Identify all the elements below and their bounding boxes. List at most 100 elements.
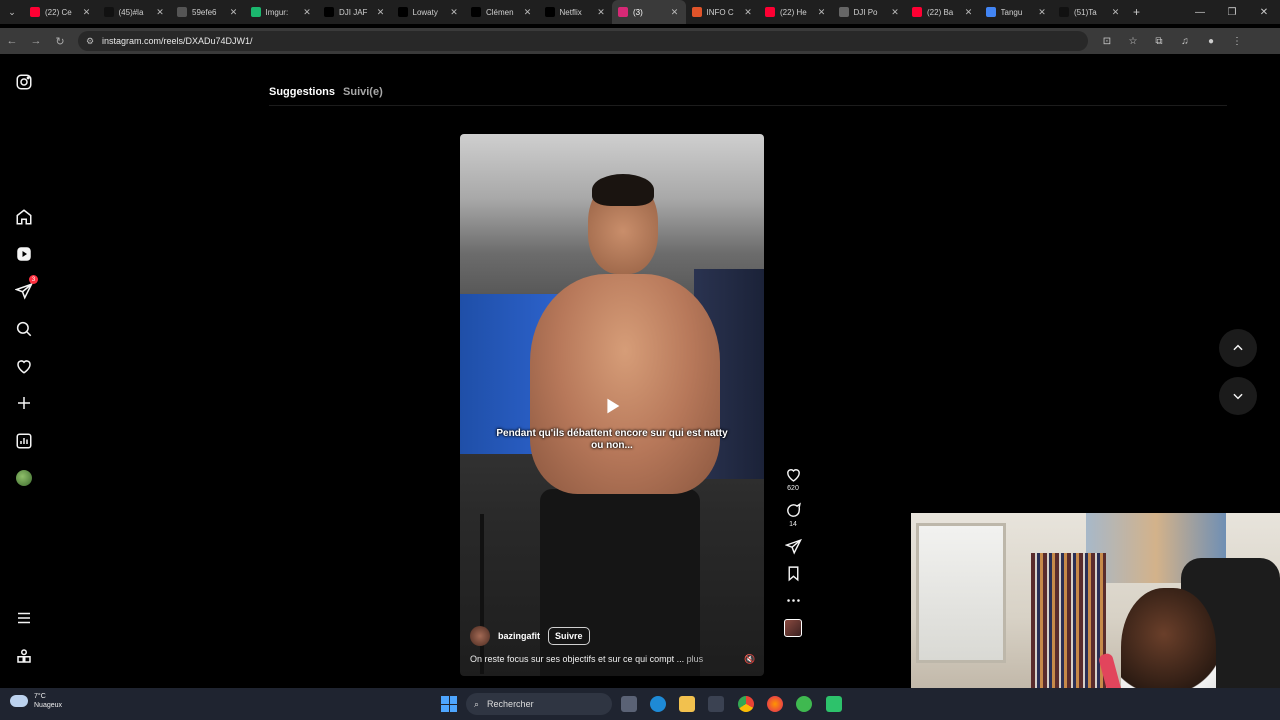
cloud-icon: [10, 695, 28, 707]
reload-icon[interactable]: ↻: [48, 35, 72, 48]
browser-tab[interactable]: Imgur: ✕: [245, 0, 319, 24]
browser-tab[interactable]: (3) ✕: [612, 0, 686, 24]
close-tab-icon[interactable]: ✕: [374, 7, 388, 18]
close-tab-icon[interactable]: ✕: [300, 7, 314, 18]
create-plus-icon[interactable]: [14, 393, 34, 413]
chevron-down-icon: [1233, 393, 1243, 400]
search-icon[interactable]: [14, 319, 34, 339]
browser-tab-title: DJI JAF: [339, 7, 368, 17]
close-tab-icon[interactable]: ✕: [888, 7, 902, 18]
app-icon[interactable]: [826, 696, 842, 712]
browser-tab[interactable]: Lowaty ✕: [392, 0, 466, 24]
play-icon[interactable]: [597, 391, 627, 421]
profile-icon[interactable]: ●: [1198, 36, 1224, 47]
close-tab-icon[interactable]: ✕: [1035, 7, 1049, 18]
more-link[interactable]: plus: [687, 654, 704, 664]
url-text: instagram.com/reels/DXADu74DJW1/: [102, 36, 253, 46]
new-tab-button[interactable]: +: [1127, 5, 1147, 19]
browser-tab[interactable]: DJI Po ✕: [833, 0, 907, 24]
browser-tab[interactable]: Clémen ✕: [465, 0, 539, 24]
comment-button[interactable]: 14: [780, 502, 806, 528]
close-tab-icon[interactable]: ✕: [227, 7, 241, 18]
browser-tab[interactable]: Tangu ✕: [980, 0, 1054, 24]
tab-following[interactable]: Suivi(e): [343, 86, 383, 98]
share-icon: [784, 538, 802, 555]
edge-icon[interactable]: [650, 696, 666, 712]
profile-avatar[interactable]: [14, 468, 34, 488]
browser-menu-icon[interactable]: ⋮: [1224, 36, 1250, 47]
close-window-icon[interactable]: ✕: [1248, 7, 1280, 18]
close-tab-icon[interactable]: ✕: [521, 7, 535, 18]
close-tab-icon[interactable]: ✕: [1109, 7, 1123, 18]
extensions-icon[interactable]: ⧉: [1146, 36, 1172, 47]
threads-apps-icon[interactable]: [14, 646, 34, 666]
forward-icon[interactable]: →: [24, 35, 48, 47]
browser-tab-title: (45)#la: [118, 7, 144, 17]
media-control-icon[interactable]: ♫: [1172, 36, 1198, 47]
browser-tab[interactable]: (22) Ba ✕: [906, 0, 980, 24]
messages-icon[interactable]: 3: [14, 275, 38, 301]
messages-badge: 3: [29, 275, 38, 284]
author-username[interactable]: bazingafit: [498, 631, 540, 641]
firefox-icon[interactable]: [767, 696, 783, 712]
close-tab-icon[interactable]: ✕: [447, 7, 461, 18]
dashboard-icon[interactable]: [14, 431, 34, 451]
feed-divider: [269, 105, 1227, 106]
browser-tab[interactable]: DJI JAF ✕: [318, 0, 392, 24]
restore-icon[interactable]: ❐: [1216, 7, 1248, 18]
browser-tab[interactable]: Netflix ✕: [539, 0, 613, 24]
instagram-icon: [618, 7, 628, 17]
edge-dev-icon[interactable]: [796, 696, 812, 712]
close-tab-icon[interactable]: ✕: [962, 7, 976, 18]
close-tab-icon[interactable]: ✕: [815, 7, 829, 18]
previous-reel-button[interactable]: [1219, 329, 1257, 367]
browser-tab[interactable]: (45)#la ✕: [98, 0, 172, 24]
notifications-heart-icon[interactable]: [14, 356, 34, 376]
more-menu-icon[interactable]: [14, 608, 34, 628]
follow-button[interactable]: Suivre: [548, 627, 590, 645]
browser-tab[interactable]: (22) He ✕: [759, 0, 833, 24]
reel-video[interactable]: Pendant qu'ils débattent encore sur qui …: [460, 134, 764, 676]
tab-suggestions[interactable]: Suggestions: [269, 86, 335, 98]
browser-tab[interactable]: 59efe6 ✕: [171, 0, 245, 24]
back-icon[interactable]: ←: [0, 35, 24, 47]
like-button[interactable]: 620: [780, 466, 806, 492]
next-reel-button[interactable]: [1219, 377, 1257, 415]
save-button[interactable]: [780, 565, 806, 582]
store-icon[interactable]: [708, 696, 724, 712]
close-tab-icon[interactable]: ✕: [80, 7, 94, 18]
taskbar-search[interactable]: ⌕ Rechercher: [466, 693, 612, 715]
chrome-icon[interactable]: [738, 696, 754, 712]
site-info-icon[interactable]: ⚙: [86, 36, 96, 47]
author-avatar[interactable]: [470, 626, 490, 646]
audio-thumbnail[interactable]: [784, 619, 802, 637]
heart-icon: [786, 469, 800, 482]
more-options-button[interactable]: [780, 592, 806, 609]
ellipsis-icon: [786, 599, 800, 602]
close-tab-icon[interactable]: ✕: [594, 7, 608, 18]
weather-widget[interactable]: 7°C Nuageux: [10, 692, 62, 710]
share-button[interactable]: [780, 538, 806, 555]
windows-start-icon[interactable]: [441, 696, 457, 712]
close-tab-icon[interactable]: ✕: [741, 7, 755, 18]
task-view-icon[interactable]: [621, 696, 637, 712]
webcam-window: [916, 523, 1006, 663]
browser-tab[interactable]: (51)Ta ✕: [1053, 0, 1127, 24]
x-icon: [324, 7, 334, 17]
mute-icon[interactable]: 🔇: [744, 654, 755, 665]
browser-tab-title: 59efe6: [192, 7, 217, 17]
file-explorer-icon[interactable]: [679, 696, 695, 712]
install-app-icon[interactable]: ⊡: [1094, 36, 1120, 47]
instagram-logo-icon[interactable]: [14, 72, 34, 92]
close-tab-icon[interactable]: ✕: [668, 7, 682, 18]
browser-tab[interactable]: INFO C ✕: [686, 0, 760, 24]
tab-search-menu-icon[interactable]: ⌄: [0, 0, 24, 24]
minimize-icon[interactable]: —: [1184, 7, 1216, 18]
reels-icon[interactable]: [14, 244, 34, 264]
browser-tab[interactable]: (22) Ce ✕: [24, 0, 98, 24]
close-tab-icon[interactable]: ✕: [153, 7, 167, 18]
bookmark-star-icon[interactable]: ☆: [1120, 36, 1146, 47]
reel-description: On reste focus sur ses objectifs et sur …: [470, 654, 685, 664]
url-field[interactable]: ⚙ instagram.com/reels/DXADu74DJW1/: [78, 31, 1088, 51]
home-icon[interactable]: [14, 207, 34, 227]
